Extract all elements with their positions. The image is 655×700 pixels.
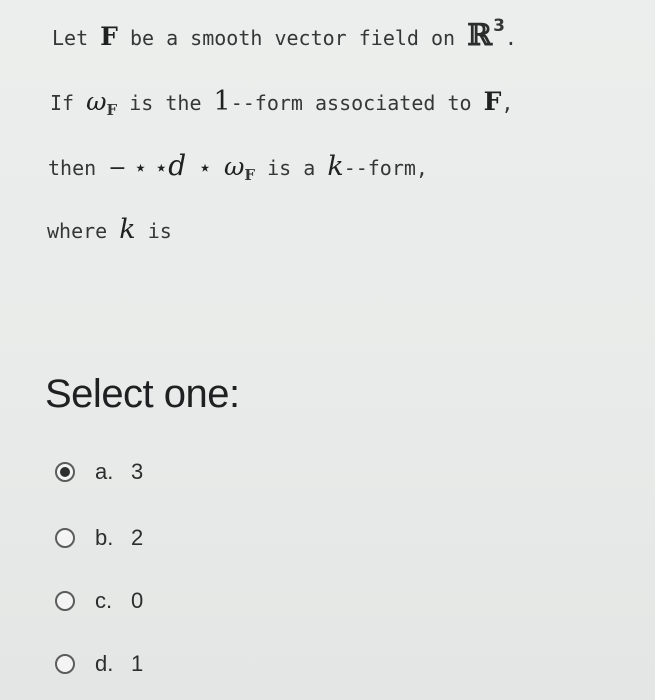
word-then: then bbox=[48, 156, 97, 180]
vector-field-symbol: F bbox=[100, 22, 118, 51]
question-line-4: where k is bbox=[47, 214, 172, 245]
real-space-exponent: 3 bbox=[493, 16, 505, 36]
line3-text-2: --form, bbox=[343, 156, 428, 180]
word-is: is bbox=[147, 219, 172, 243]
real-space-symbol: ℝ bbox=[467, 18, 493, 53]
line2-text-1: is the bbox=[129, 91, 202, 115]
k-symbol: k bbox=[327, 151, 344, 182]
option-a[interactable]: a. 3 bbox=[55, 455, 143, 489]
question-line-3: then − ⋆ ⋆d ⋆ ωF is a k--form, bbox=[48, 149, 428, 184]
line1-text: be a smooth vector field on bbox=[129, 26, 456, 50]
word-if: If bbox=[50, 91, 75, 115]
option-a-value: 3 bbox=[131, 459, 144, 484]
omega-symbol: ω bbox=[86, 87, 107, 116]
option-b[interactable]: b. 2 bbox=[55, 521, 143, 555]
option-c[interactable]: c. 0 bbox=[55, 584, 143, 618]
line3-text-1: is a bbox=[267, 156, 316, 180]
word-let: Let bbox=[52, 26, 89, 50]
option-d-value: 1 bbox=[131, 651, 144, 676]
omega-subscript-2: F bbox=[244, 166, 256, 184]
number-one: 1 bbox=[213, 86, 231, 117]
radio-c[interactable] bbox=[55, 591, 75, 611]
omega-symbol-2: ω bbox=[224, 152, 245, 181]
option-d-letter: d. bbox=[95, 651, 114, 676]
select-one-heading: Select one: bbox=[45, 372, 240, 416]
option-a-letter: a. bbox=[95, 459, 114, 484]
omega-subscript: F bbox=[106, 101, 118, 119]
k-symbol-2: k bbox=[119, 214, 136, 245]
option-c-value: 0 bbox=[131, 588, 144, 613]
option-b-value: 2 bbox=[131, 525, 144, 550]
word-where: where bbox=[47, 219, 108, 243]
option-c-letter: c. bbox=[95, 588, 113, 613]
radio-a[interactable] bbox=[55, 462, 75, 482]
question-line-2: If ωF is the 1--form associated to F, bbox=[50, 86, 513, 119]
option-b-letter: b. bbox=[95, 525, 114, 550]
exterior-derivative: d bbox=[168, 149, 187, 182]
radio-d[interactable] bbox=[55, 654, 75, 674]
option-d[interactable]: d. 1 bbox=[55, 647, 143, 681]
vector-field-symbol-2: F bbox=[483, 87, 502, 116]
line2-text-2: --form associated to bbox=[230, 91, 472, 115]
line1-period: . bbox=[504, 26, 517, 50]
radio-b[interactable] bbox=[55, 528, 75, 548]
hodge-star: ⋆ bbox=[198, 156, 212, 181]
hodge-operator: − ⋆ ⋆ bbox=[108, 156, 169, 181]
question-line-1: Let F be a smooth vector field on ℝ3. bbox=[52, 16, 517, 53]
line2-comma: , bbox=[501, 91, 514, 115]
